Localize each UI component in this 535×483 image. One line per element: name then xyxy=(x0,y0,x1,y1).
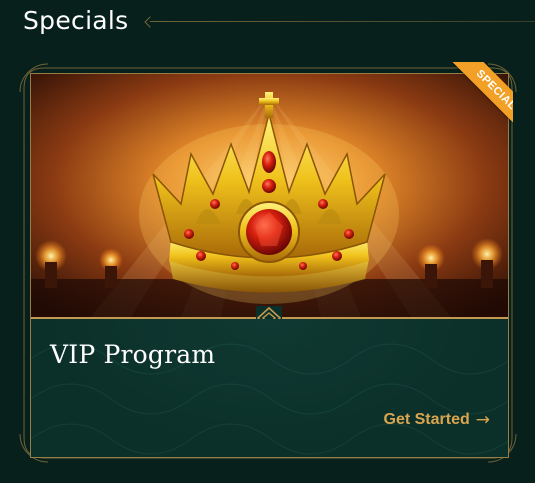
arrow-right-icon[interactable]: → xyxy=(476,410,490,430)
header-divider xyxy=(150,21,535,22)
get-started-link[interactable]: Get Started → xyxy=(384,410,491,430)
card-title: VIP Program xyxy=(50,340,216,369)
special-badge: SPECIAL xyxy=(449,62,513,137)
special-badge-wrap: SPECIAL xyxy=(431,62,513,144)
header-rule-ornament xyxy=(144,16,156,28)
get-started-label[interactable]: Get Started xyxy=(384,411,470,429)
vip-program-card[interactable]: VIP Program Get Started → SPECIAL xyxy=(18,62,518,464)
card-body: VIP Program Get Started → xyxy=(31,319,508,457)
section-title: Specials xyxy=(23,6,129,35)
section-header: Specials xyxy=(0,0,535,48)
